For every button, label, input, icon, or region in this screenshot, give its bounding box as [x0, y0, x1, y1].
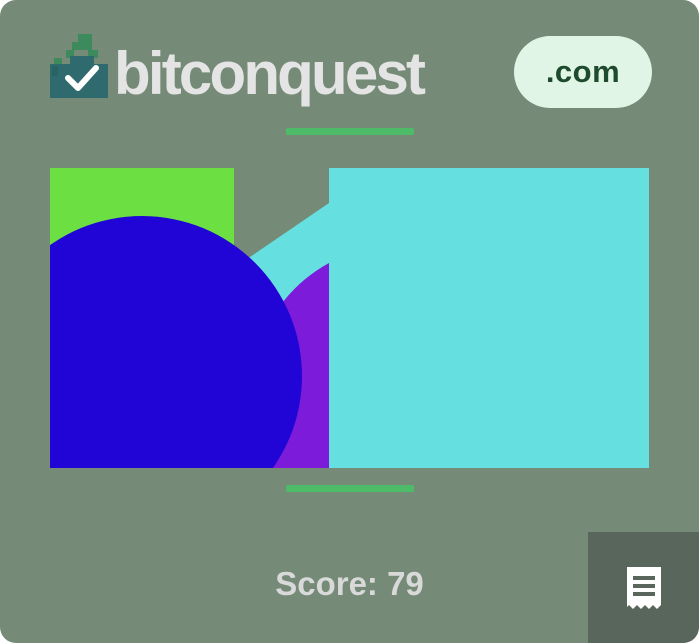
game-canvas[interactable] — [50, 168, 649, 468]
receipt-icon — [627, 567, 661, 609]
game-card: bitconquest .com Score: 79 — [0, 0, 699, 643]
bottom-divider — [286, 485, 414, 492]
top-divider — [286, 128, 414, 135]
castle-check-icon — [50, 34, 108, 98]
domain-tld-badge: .com — [514, 36, 652, 108]
receipt-button[interactable] — [588, 532, 699, 643]
logo-wordmark: bitconquest — [114, 40, 426, 107]
